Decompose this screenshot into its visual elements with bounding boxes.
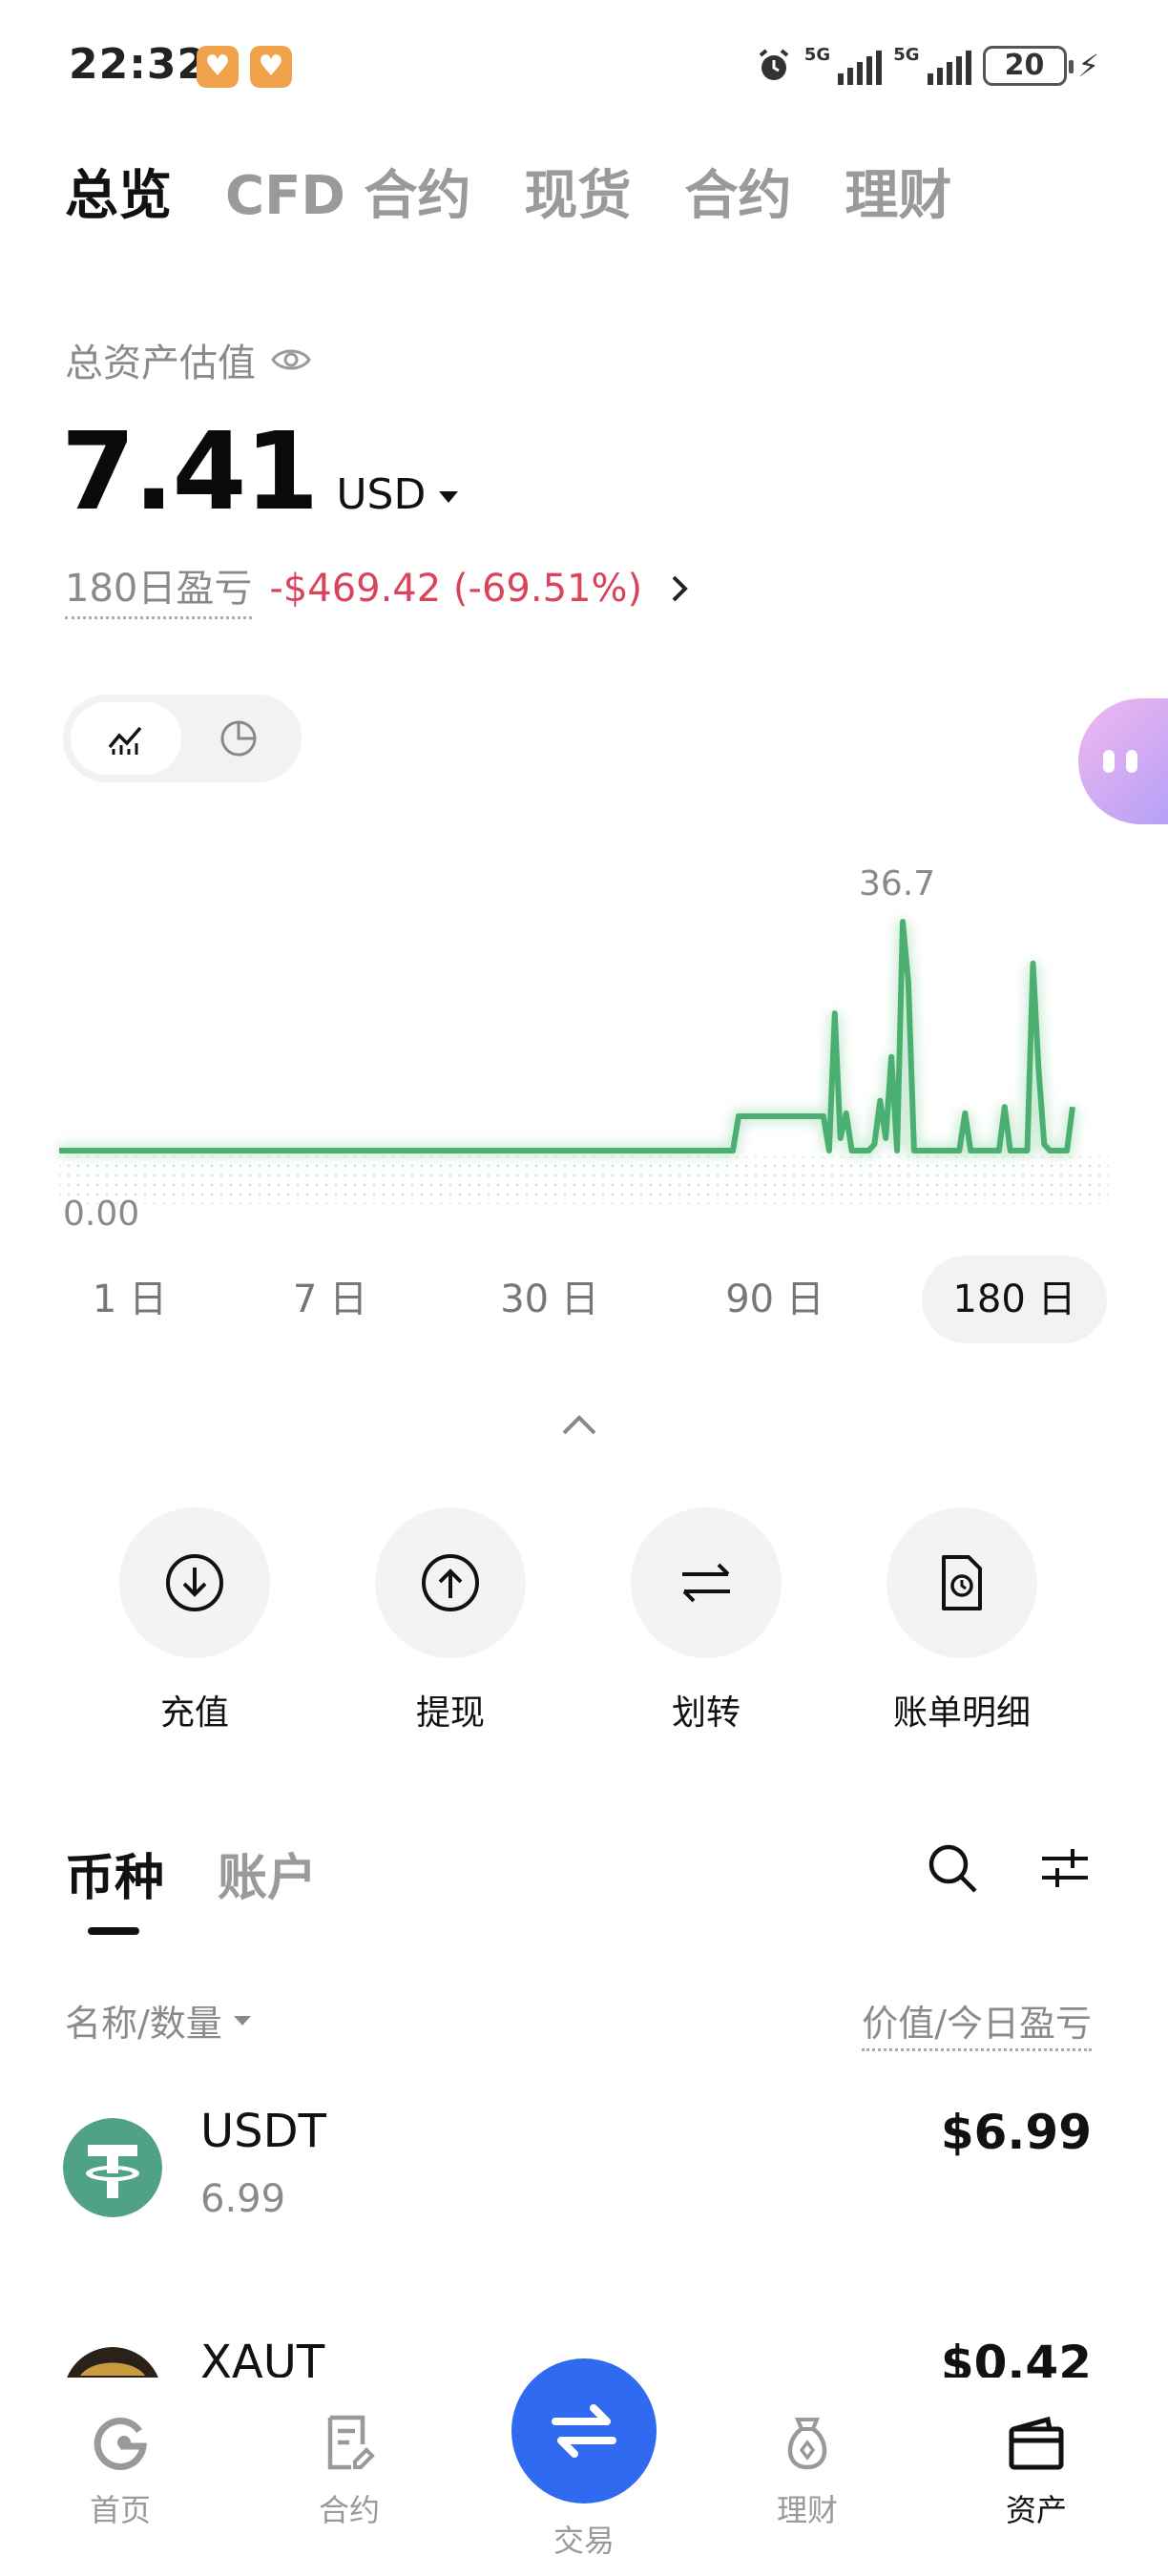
pie-chart-icon bbox=[220, 720, 257, 757]
withdraw-icon bbox=[422, 1554, 479, 1611]
signal-strength-icon: 5G bbox=[803, 45, 883, 85]
caret-down-icon bbox=[439, 491, 459, 503]
status-indicators: 5G 5G 20 ⚡ bbox=[755, 42, 1099, 90]
deposit-icon bbox=[166, 1554, 223, 1611]
pnl-row[interactable]: 180日盈亏 -$469.42 (-69.51%) bbox=[65, 557, 694, 619]
network-type: 5G bbox=[893, 45, 920, 65]
home-icon bbox=[94, 2417, 147, 2470]
pnl-value: -$469.42 (-69.51%) bbox=[269, 566, 643, 611]
line-chart-toggle[interactable] bbox=[71, 702, 181, 775]
futures-icon bbox=[327, 2415, 375, 2470]
alarm-icon bbox=[759, 49, 789, 80]
app-notification-icon bbox=[250, 46, 292, 88]
usdt-logo-icon bbox=[63, 2118, 162, 2217]
network-type: 5G bbox=[803, 45, 831, 65]
bill-circle bbox=[886, 1507, 1037, 1658]
assistant-bubble[interactable] bbox=[1078, 698, 1168, 824]
asset-list-tabs: 币种 账户 bbox=[65, 1838, 317, 1909]
tab-cfd[interactable]: CFD 合约 bbox=[225, 153, 470, 230]
tab-spot[interactable]: 现货 bbox=[524, 153, 631, 230]
coin-amount: 6.99 bbox=[200, 2177, 286, 2221]
total-asset-value: 7.41 bbox=[61, 410, 319, 534]
deposit-circle bbox=[119, 1507, 270, 1658]
asset-line-chart bbox=[59, 919, 1109, 1204]
chevron-up-icon[interactable] bbox=[560, 1412, 598, 1439]
wallet-icon bbox=[1009, 2416, 1064, 2470]
nav-assets[interactable]: 资产 bbox=[960, 2412, 1113, 2530]
bill-details-button[interactable]: 账单明细 bbox=[857, 1507, 1067, 1735]
nav-futures[interactable]: 合约 bbox=[273, 2412, 426, 2530]
earn-icon bbox=[787, 2418, 827, 2470]
coin-value: $6.99 bbox=[940, 2105, 1092, 2160]
nav-earn-label: 理财 bbox=[776, 2492, 838, 2528]
nav-assets-label: 资产 bbox=[1005, 2492, 1067, 2528]
battery-icon: 20 bbox=[982, 46, 1074, 86]
sort-by-name[interactable]: 名称/数量 bbox=[65, 1994, 251, 2046]
asset-label-row: 总资产估值 bbox=[65, 332, 313, 387]
col-left-label: 名称/数量 bbox=[65, 2003, 222, 2045]
app-notification-icon bbox=[197, 46, 239, 88]
status-bar: 22:32 5G 5G 20 ⚡ bbox=[0, 0, 1168, 134]
range-7d[interactable]: 7 日 bbox=[263, 1256, 397, 1343]
asset-value-row: 7.41 USD bbox=[61, 410, 459, 534]
pnl-label: 180日盈亏 bbox=[65, 557, 253, 619]
nav-home-label: 首页 bbox=[89, 2492, 151, 2528]
line-chart-icon bbox=[108, 726, 142, 755]
transfer-label: 划转 bbox=[671, 1693, 740, 1733]
assistant-eye bbox=[1103, 750, 1115, 773]
filter-icon[interactable] bbox=[1038, 1843, 1092, 1893]
bill-details-label: 账单明细 bbox=[892, 1693, 1031, 1733]
coin-symbol: USDT bbox=[200, 2105, 326, 2158]
status-time: 22:32 bbox=[69, 40, 208, 89]
chart-line-glow bbox=[59, 921, 1079, 1157]
range-90d[interactable]: 90 日 bbox=[699, 1256, 851, 1343]
chart-type-toggle bbox=[63, 695, 302, 782]
currency-selector[interactable]: USD bbox=[336, 470, 459, 519]
coin-symbol: XAUT bbox=[200, 2336, 325, 2383]
value-pnl-header[interactable]: 价值/今日盈亏 bbox=[862, 1994, 1092, 2051]
deposit-label: 充值 bbox=[159, 1693, 229, 1733]
eye-icon[interactable] bbox=[269, 338, 313, 382]
tab-coins[interactable]: 币种 bbox=[65, 1838, 164, 1909]
charging-icon: ⚡ bbox=[1077, 48, 1099, 84]
total-asset-label: 总资产估值 bbox=[65, 342, 256, 385]
top-tabs: 总览 CFD 合约 现货 合约 理财 bbox=[65, 153, 951, 230]
transfer-button[interactable]: 划转 bbox=[601, 1507, 811, 1735]
tab-overview[interactable]: 总览 bbox=[65, 153, 172, 230]
active-tab-indicator bbox=[88, 1927, 139, 1935]
trade-swap-icon bbox=[552, 2404, 616, 2458]
trade-button[interactable] bbox=[511, 2358, 657, 2503]
tab-earn[interactable]: 理财 bbox=[845, 153, 951, 230]
nav-earn[interactable]: 理财 bbox=[731, 2412, 884, 2530]
chart-dot-band bbox=[59, 1156, 1109, 1204]
coin-row-usdt[interactable]: USDT 6.99 $6.99 bbox=[0, 2105, 1168, 2248]
withdraw-label: 提现 bbox=[415, 1693, 485, 1733]
assistant-eye bbox=[1126, 750, 1137, 773]
chart-series-line bbox=[59, 919, 1075, 1153]
chevron-right-icon bbox=[672, 575, 688, 601]
nav-futures-label: 合约 bbox=[318, 2492, 380, 2528]
range-30d[interactable]: 30 日 bbox=[473, 1256, 626, 1343]
nav-trade-label: 交易 bbox=[553, 2523, 615, 2559]
chart-min-label: 0.00 bbox=[63, 1195, 140, 1234]
pie-chart-toggle[interactable] bbox=[183, 702, 294, 775]
coin-value: $0.42 bbox=[940, 2336, 1092, 2383]
tab-futures[interactable]: 合约 bbox=[684, 153, 791, 230]
search-icon[interactable] bbox=[924, 1839, 981, 1897]
range-1d[interactable]: 1 日 bbox=[63, 1256, 197, 1343]
transfer-icon bbox=[682, 1563, 730, 1603]
currency-label: USD bbox=[336, 470, 427, 519]
nav-home[interactable]: 首页 bbox=[44, 2412, 197, 2530]
caret-down-icon bbox=[233, 2015, 251, 2025]
withdraw-button[interactable]: 提现 bbox=[345, 1507, 555, 1735]
bill-icon bbox=[942, 1555, 982, 1610]
quick-actions: 充值 提现 划转 账单明细 bbox=[0, 1507, 1168, 1736]
deposit-button[interactable]: 充值 bbox=[90, 1507, 300, 1735]
range-180d[interactable]: 180 日 bbox=[922, 1256, 1107, 1343]
withdraw-circle bbox=[375, 1507, 526, 1658]
range-selector: 1 日 7 日 30 日 90 日 180 日 bbox=[63, 1256, 1107, 1343]
transfer-circle bbox=[631, 1507, 782, 1658]
signal-strength-icon: 5G bbox=[893, 45, 971, 85]
tab-accounts[interactable]: 账户 bbox=[218, 1838, 317, 1909]
